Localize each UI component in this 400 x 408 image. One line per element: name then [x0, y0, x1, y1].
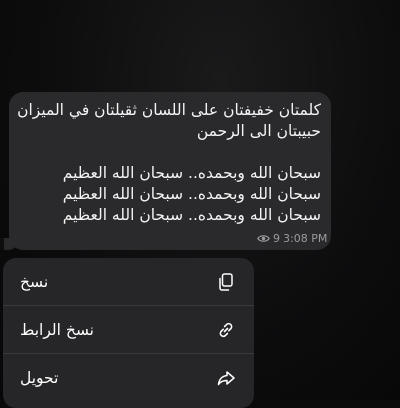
menu-item-forward-label: تحويل [20, 369, 59, 387]
menu-item-copy-link-label: نسخ الرابط [20, 320, 94, 339]
link-icon [215, 319, 237, 341]
message-context-menu: نسخ نسخ الرابط تحويل [3, 258, 254, 408]
message-bubble[interactable]: كلمتان خفيفتان على اللسان ثقيلتان في الم… [0, 92, 331, 250]
menu-item-copy-link[interactable]: نسخ الرابط [3, 306, 254, 354]
eye-icon [257, 235, 270, 242]
message-line-6: سبحان الله وبحمده.. سبحان الله العظيم [62, 206, 321, 224]
message-line-2: حبيبتان الى الرحمن [196, 122, 321, 140]
message-time: 3:08 PM [283, 232, 328, 245]
copy-icon [215, 271, 237, 293]
menu-item-forward[interactable]: تحويل [3, 354, 254, 402]
menu-item-copy-label: نسخ [20, 272, 49, 291]
message-meta: 9 3:08 PM [257, 232, 327, 245]
forward-icon [215, 367, 237, 389]
menu-item-copy[interactable]: نسخ [3, 258, 254, 306]
message-line-4: سبحان الله وبحمده.. سبحان الله العظيم [62, 164, 321, 182]
message-line-5: سبحان الله وبحمده.. سبحان الله العظيم [62, 185, 321, 203]
bubble-tail [4, 238, 18, 250]
message-line-1: كلمتان خفيفتان على اللسان ثقيلتان في الم… [17, 101, 321, 119]
view-count: 9 [273, 232, 280, 245]
